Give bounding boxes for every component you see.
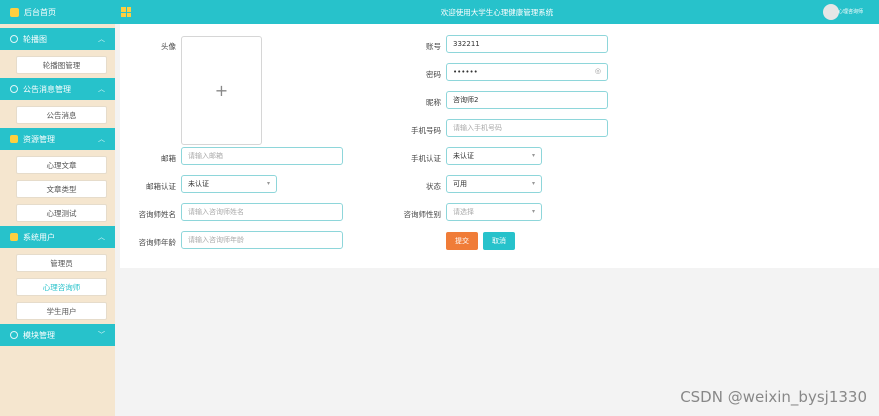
plus-icon: + [214, 81, 229, 100]
chevron-up-icon: ︿ [98, 35, 105, 43]
app-root: 后台首页 轮播图 ︿ 轮播图管理 公告消息管理 ︿ 公告消息 资源管理 ︿ 心理… [0, 0, 879, 416]
sidebar-group-label: 公告消息管理 [23, 84, 71, 94]
folder-icon [10, 135, 18, 143]
account-field[interactable]: 332211 [446, 35, 608, 53]
sidebar-group-label: 轮播图 [23, 34, 47, 44]
watermark: CSDN @weixin_bysj1330 [680, 388, 867, 406]
status-select[interactable]: 可用 ▾ [446, 175, 542, 193]
phone-field[interactable]: 请输入手机号码 [446, 119, 608, 137]
email-auth-label: 邮箱认证 [146, 182, 176, 191]
sidebar: 后台首页 轮播图 ︿ 轮播图管理 公告消息管理 ︿ 公告消息 资源管理 ︿ 心理… [0, 0, 115, 416]
sidebar-group-modules[interactable]: 模块管理 ﹀ [0, 324, 115, 346]
chevron-up-icon: ︿ [98, 85, 105, 93]
counselor-name-field[interactable]: 请输入咨询师姓名 [181, 203, 343, 221]
sidebar-group-carousel[interactable]: 轮播图 ︿ [0, 28, 115, 50]
sidebar-group-label: 系统用户 [23, 232, 55, 242]
status-label: 状态 [426, 182, 441, 191]
sidebar-item-counselor[interactable]: 心理咨询师 [16, 278, 107, 296]
sidebar-item-students[interactable]: 学生用户 [16, 302, 107, 320]
chevron-down-icon: ▾ [266, 180, 270, 187]
avatar-upload[interactable]: + [181, 36, 262, 145]
sidebar-item-article-types[interactable]: 文章类型 [16, 180, 107, 198]
home-icon [10, 7, 19, 17]
circle-icon [10, 35, 18, 43]
counselor-age-label: 咨询师年龄 [138, 238, 177, 247]
avatar[interactable] [823, 4, 839, 20]
sidebar-item-admin[interactable]: 管理员 [16, 254, 107, 272]
submit-button[interactable]: 提交 [446, 232, 478, 250]
cancel-button[interactable]: 取消 [483, 232, 515, 250]
sidebar-item-tests[interactable]: 心理测试 [16, 204, 107, 222]
top-bar: 欢迎使用大学生心理健康管理系统 心理咨询师 [115, 0, 879, 24]
chevron-up-icon: ︿ [98, 135, 105, 143]
email-auth-select[interactable]: 未认证 ▾ [181, 175, 277, 193]
chevron-down-icon: ▾ [531, 208, 535, 215]
eye-icon[interactable]: ◎ [595, 67, 601, 75]
app-title: 欢迎使用大学生心理健康管理系统 [440, 7, 554, 17]
user-name[interactable]: 心理咨询师 [838, 8, 863, 15]
circle-icon [10, 331, 18, 339]
chevron-down-icon: ▾ [531, 180, 535, 187]
chevron-down-icon: ﹀ [98, 331, 105, 339]
password-label: 密码 [426, 70, 441, 79]
chevron-down-icon: ▾ [531, 152, 535, 159]
password-value: •••••• [453, 68, 478, 76]
status-value: 可用 [453, 180, 467, 188]
sidebar-group-resources[interactable]: 资源管理 ︿ [0, 128, 115, 150]
counselor-name-label: 咨询师姓名 [138, 210, 177, 219]
edit-form: 头像 + 账号 332211 密码 •••••• ◎ 昵称 咨询师2 手机号码 … [120, 24, 879, 268]
nickname-field[interactable]: 咨询师2 [446, 91, 608, 109]
account-label: 账号 [426, 42, 441, 51]
user-icon [10, 233, 18, 241]
chevron-up-icon: ︿ [98, 233, 105, 241]
sidebar-item-carousel-manage[interactable]: 轮播图管理 [16, 56, 107, 74]
sidebar-item-articles[interactable]: 心理文章 [16, 156, 107, 174]
sidebar-group-label: 资源管理 [23, 134, 55, 144]
sidebar-group-users[interactable]: 系统用户 ︿ [0, 226, 115, 248]
phone-auth-value: 未认证 [453, 152, 474, 160]
password-field[interactable]: •••••• ◎ [446, 63, 608, 81]
sidebar-home-label: 后台首页 [24, 7, 56, 17]
sidebar-home[interactable]: 后台首页 [0, 0, 115, 24]
sidebar-group-announcement[interactable]: 公告消息管理 ︿ [0, 78, 115, 100]
nickname-label: 昵称 [426, 98, 441, 107]
sidebar-item-announcement[interactable]: 公告消息 [16, 106, 107, 124]
counselor-gender-placeholder: 请选择 [453, 208, 474, 216]
phone-auth-select[interactable]: 未认证 ▾ [446, 147, 542, 165]
counselor-gender-select[interactable]: 请选择 ▾ [446, 203, 542, 221]
phone-label: 手机号码 [411, 126, 441, 135]
circle-icon [10, 85, 18, 93]
counselor-gender-label: 咨询师性别 [403, 210, 442, 219]
email-auth-value: 未认证 [188, 180, 209, 188]
counselor-age-field[interactable]: 请输入咨询师年龄 [181, 231, 343, 249]
email-field[interactable]: 请输入邮箱 [181, 147, 343, 165]
phone-auth-label: 手机认证 [411, 154, 441, 163]
email-label: 邮箱 [161, 154, 176, 163]
sidebar-group-label: 模块管理 [23, 330, 55, 340]
avatar-label: 头像 [161, 42, 176, 51]
